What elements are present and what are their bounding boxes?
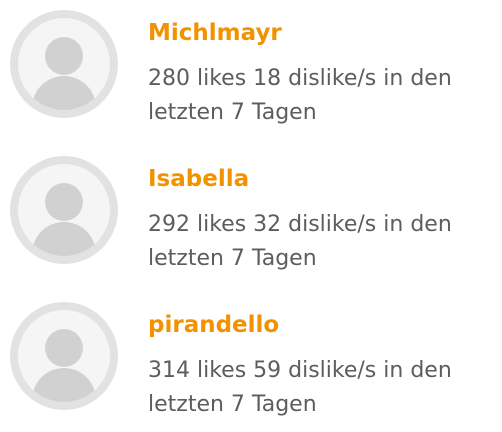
avatar-head-shape xyxy=(45,183,83,221)
avatar-body-shape xyxy=(32,368,96,402)
avatar-body-shape xyxy=(32,76,96,110)
user-name-link[interactable]: pirandello xyxy=(148,310,279,340)
avatar-inner xyxy=(18,164,110,256)
stats-line-2: letzten 7 Tagen xyxy=(148,246,317,271)
stats-line-1: 314 likes 59 dislike/s in den xyxy=(148,358,452,383)
avatar-body-shape xyxy=(32,222,96,256)
avatar-head-shape xyxy=(45,37,83,75)
user-name-link[interactable]: Isabella xyxy=(148,164,249,194)
user-avatar-icon[interactable] xyxy=(10,156,118,264)
user-ranking-list: Michlmayr 280 likes 18 dislike/s in den … xyxy=(0,0,502,421)
user-stats: 314 likes 59 dislike/s in den letzten 7 … xyxy=(148,354,502,422)
stats-line-2: letzten 7 Tagen xyxy=(148,392,317,417)
stats-line-1: 292 likes 32 dislike/s in den xyxy=(148,212,452,237)
user-stats: 292 likes 32 dislike/s in den letzten 7 … xyxy=(148,208,502,276)
user-stats: 280 likes 18 dislike/s in den letzten 7 … xyxy=(148,62,502,130)
user-name-link[interactable]: Michlmayr xyxy=(148,18,282,48)
stats-line-2: letzten 7 Tagen xyxy=(148,100,317,125)
avatar-inner xyxy=(18,18,110,110)
list-item: pirandello 314 likes 59 dislike/s in den… xyxy=(0,292,502,432)
avatar-head-shape xyxy=(45,329,83,367)
user-avatar-icon[interactable] xyxy=(10,302,118,410)
stats-line-1: 280 likes 18 dislike/s in den xyxy=(148,66,452,91)
list-item: Michlmayr 280 likes 18 dislike/s in den … xyxy=(0,0,502,140)
list-item: Isabella 292 likes 32 dislike/s in den l… xyxy=(0,146,502,286)
avatar-inner xyxy=(18,310,110,402)
user-avatar-icon[interactable] xyxy=(10,10,118,118)
